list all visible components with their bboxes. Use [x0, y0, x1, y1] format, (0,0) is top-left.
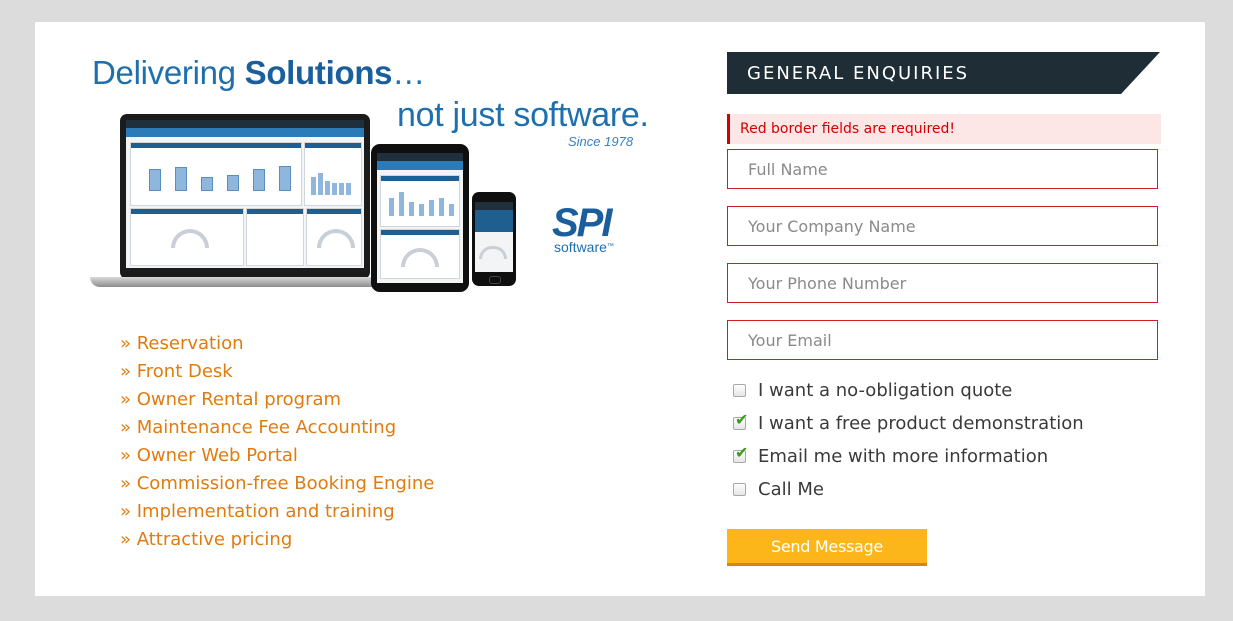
phone-home-button [489, 276, 501, 284]
demo-checkbox[interactable]: ✔ [733, 411, 748, 430]
tablet-chart-panel [380, 175, 460, 227]
option-email-info[interactable]: ✔ Email me with more information [733, 444, 1048, 468]
laptop-image [90, 114, 410, 294]
since-year: Since 1978 [568, 134, 634, 149]
gauge-panel-1 [130, 208, 244, 266]
call-me-label[interactable]: Call Me [758, 479, 824, 500]
laptop-display [126, 120, 364, 268]
phone-display [475, 202, 513, 272]
hero-headline: Delivering Solutions… [92, 54, 425, 92]
logo-mark: SPI [552, 201, 612, 245]
full-name-input[interactable] [727, 149, 1158, 189]
logo-word: software™ [554, 239, 614, 255]
email-info-label[interactable]: Email me with more information [758, 446, 1048, 467]
feature-item-owner-rental: » Owner Rental program [120, 389, 342, 410]
required-fields-alert: Red border fields are required! [727, 114, 1161, 144]
feature-item-pricing: » Attractive pricing [120, 529, 293, 550]
app-top-bar [126, 120, 364, 128]
hero-headline-prefix: Delivering [92, 54, 245, 91]
form-header: GENERAL ENQUIRIES [727, 52, 1160, 94]
form-title: GENERAL ENQUIRIES [747, 63, 970, 84]
option-call-me[interactable]: Call Me [733, 477, 824, 501]
phone-image [472, 192, 516, 286]
feature-item-booking-engine: » Commission-free Booking Engine [120, 473, 435, 494]
checkmark-icon: ✔ [735, 409, 749, 429]
feature-item-owner-web-portal: » Owner Web Portal [120, 445, 298, 466]
list-panel [246, 208, 304, 266]
tablet-image [371, 144, 469, 292]
send-message-button[interactable]: Send Message [727, 529, 927, 566]
quote-label[interactable]: I want a no-obligation quote [758, 380, 1012, 401]
hero-headline-bold: Solutions [244, 54, 393, 91]
company-name-input[interactable] [727, 206, 1158, 246]
feature-list: » Reservation » Front Desk » Owner Renta… [120, 332, 434, 556]
feature-item-reservation: » Reservation [120, 333, 244, 354]
gauge-panel-2 [306, 208, 362, 266]
tablet-gauge-panel [380, 229, 460, 279]
arrivals-chart-panel [304, 142, 362, 206]
tablet-display [377, 153, 463, 283]
quote-checkbox[interactable] [733, 383, 746, 397]
occupancy-chart-panel [130, 142, 302, 206]
app-title-bar [126, 128, 364, 137]
phone-number-input[interactable] [727, 263, 1158, 303]
enquiry-card: Delivering Solutions… not just software.… [35, 22, 1205, 596]
alert-text: Red border fields are required! [740, 121, 956, 137]
call-me-checkbox[interactable] [733, 482, 746, 496]
checkmark-icon: ✔ [735, 442, 749, 462]
feature-item-implementation: » Implementation and training [120, 501, 395, 522]
spi-software-logo: SPI software™ [552, 201, 614, 255]
feature-item-front-desk: » Front Desk [120, 361, 233, 382]
feature-item-maintenance-fee: » Maintenance Fee Accounting [120, 417, 397, 438]
laptop-screen [120, 114, 370, 279]
email-info-checkbox[interactable]: ✔ [733, 444, 748, 463]
laptop-base [90, 277, 400, 287]
hero-subheadline: not just software. [397, 96, 649, 134]
demo-label[interactable]: I want a free product demonstration [758, 413, 1084, 434]
option-quote[interactable]: I want a no-obligation quote [733, 378, 1012, 402]
option-demo[interactable]: ✔ I want a free product demonstration [733, 411, 1084, 435]
hero-headline-ellipsis: … [392, 54, 425, 91]
email-input[interactable] [727, 320, 1158, 360]
